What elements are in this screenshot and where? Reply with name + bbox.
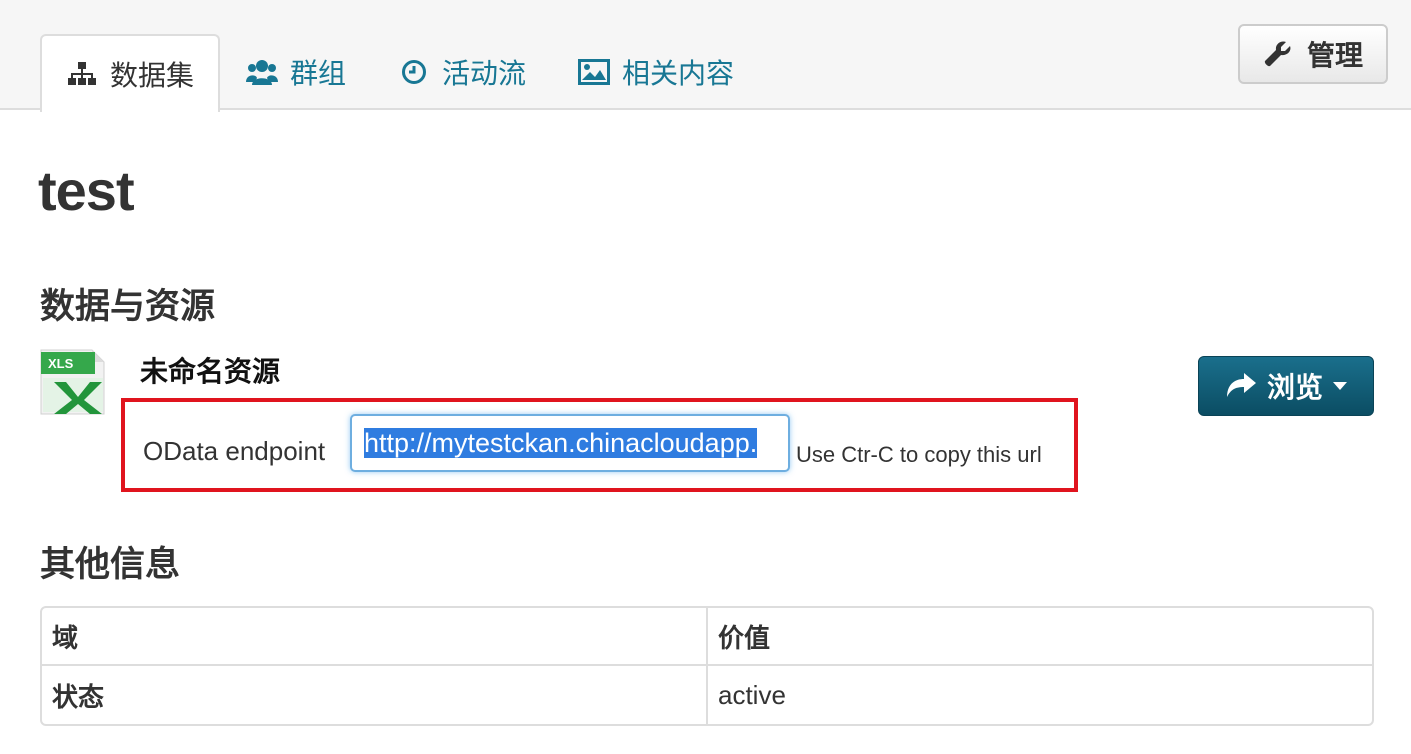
tab-label: 活动流	[442, 58, 527, 89]
resource-item-title[interactable]: 未命名资源	[140, 350, 280, 390]
column-header-value: 价值	[708, 608, 1372, 666]
sitemap-icon	[66, 59, 98, 89]
tab-label: 相关内容	[622, 58, 735, 89]
tab-related-content[interactable]: 相关内容	[552, 34, 760, 110]
xls-label: XLS	[48, 356, 74, 371]
wrench-icon	[1263, 39, 1293, 69]
copy-hint: Use Ctr-C to copy this url	[796, 442, 1042, 467]
tab-groups[interactable]: 群组	[220, 34, 372, 110]
clock-icon	[398, 57, 430, 87]
odata-label: OData endpoint	[143, 436, 326, 466]
column-header-field: 域	[42, 608, 708, 666]
page-title: test	[38, 159, 135, 222]
odata-url-selected-text: http://mytestckan.chinacloudapp.	[364, 428, 758, 458]
xls-file-icon: XLS	[40, 348, 106, 416]
tab-label: 群组	[290, 58, 347, 89]
tab-label: 数据集	[110, 60, 195, 91]
table-cell-value: active	[718, 679, 786, 710]
caret-down-icon	[1333, 382, 1347, 390]
tab-datasets[interactable]: 数据集	[40, 34, 221, 112]
top-navigation-bar: 数据集 群组 活动流 相关内容 管理	[0, 0, 1411, 112]
additional-info-table: 域 价值 状态 active	[40, 606, 1374, 726]
odata-url-input[interactable]: http://mytestckan.chinacloudapp.	[350, 414, 790, 472]
browse-label: 浏览	[1266, 372, 1323, 403]
picture-icon	[578, 57, 611, 87]
manage-button[interactable]: 管理	[1238, 24, 1388, 84]
table-header-row: 域 价值	[42, 608, 1372, 666]
content-tabs: 数据集 群组 活动流 相关内容	[40, 34, 760, 112]
browse-dropdown-button[interactable]: 浏览	[1198, 356, 1374, 416]
additional-info-heading: 其他信息	[40, 545, 181, 584]
table-cell-field: 状态	[42, 666, 708, 724]
tab-activity-stream[interactable]: 活动流	[372, 34, 552, 110]
table-row: 状态 active	[42, 666, 1372, 724]
odata-highlight-box: OData endpoint http://mytestckan.chinacl…	[121, 398, 1078, 492]
users-icon	[246, 57, 279, 87]
manage-label: 管理	[1306, 40, 1363, 71]
resources-heading: 数据与资源	[40, 287, 216, 326]
share-arrow-icon	[1225, 371, 1257, 401]
